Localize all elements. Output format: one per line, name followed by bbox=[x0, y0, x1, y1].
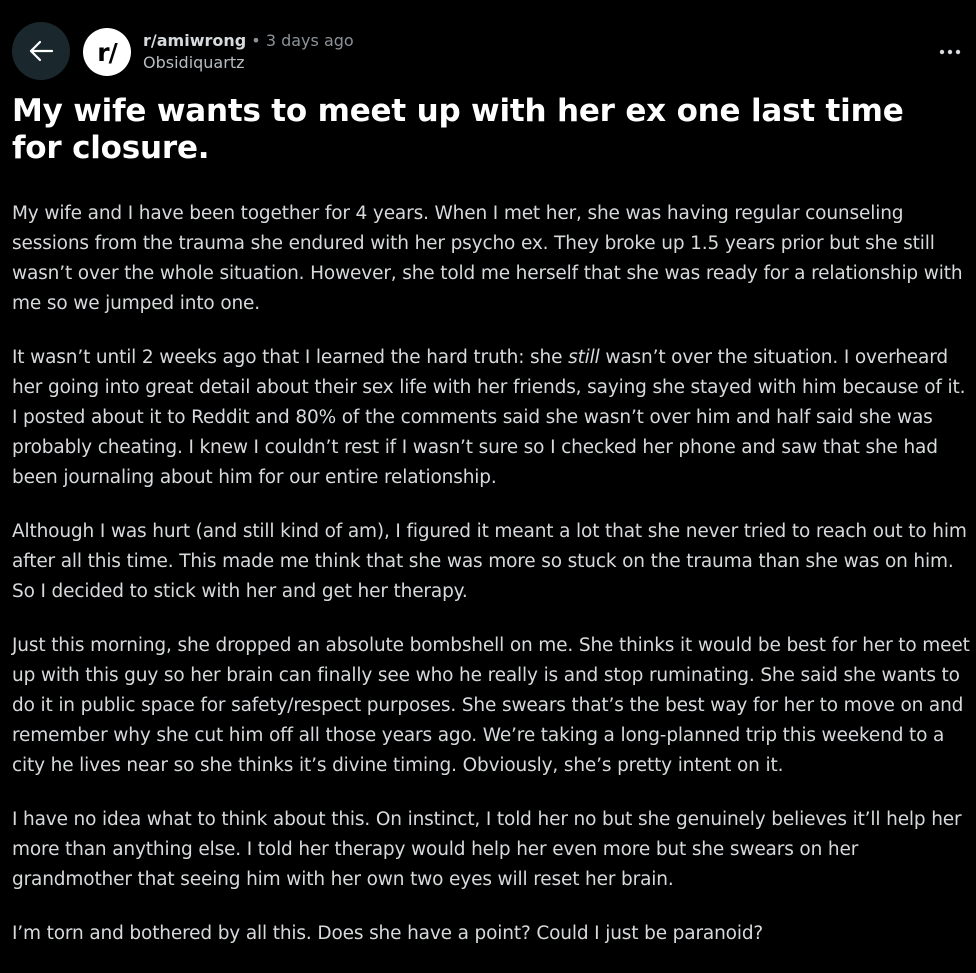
body-paragraph: My wife and I have been together for 4 y… bbox=[12, 203, 963, 314]
body-paragraph: Although I was hurt (and still kind of a… bbox=[12, 521, 967, 602]
post-meta: r/amiwrong • 3 days ago Obsidiquartz bbox=[143, 30, 354, 74]
more-horizontal-icon bbox=[939, 49, 961, 55]
meta-separator: • bbox=[251, 31, 261, 50]
back-button[interactable] bbox=[12, 22, 70, 80]
subreddit-icon-text: r/ bbox=[97, 37, 117, 67]
post-body: My wife and I have been together for 4 y… bbox=[12, 199, 972, 973]
body-text: It wasn’t until 2 weeks ago that I learn… bbox=[12, 347, 569, 368]
body-paragraph: It wasn’t until 2 weeks ago that I learn… bbox=[12, 343, 972, 493]
subreddit-link[interactable]: r/amiwrong bbox=[143, 31, 246, 50]
body-text: wasn’t over the situation. I overheard h… bbox=[12, 347, 966, 488]
arrow-left-icon bbox=[29, 40, 54, 62]
author-link[interactable]: Obsidiquartz bbox=[143, 53, 244, 72]
subreddit-icon[interactable]: r/ bbox=[83, 28, 131, 76]
body-paragraph: I’m torn and bothered by all this. Does … bbox=[12, 923, 764, 944]
body-emphasis: still bbox=[568, 347, 600, 368]
more-options-button[interactable] bbox=[936, 42, 964, 62]
post-title: My wife wants to meet up with her ex one… bbox=[12, 93, 904, 166]
body-paragraph: Just this morning, she dropped an absolu… bbox=[12, 635, 970, 776]
post-header: r/ r/amiwrong • 3 days ago Obsidiquartz bbox=[12, 22, 964, 82]
body-paragraph: I have no idea what to think about this.… bbox=[12, 809, 962, 890]
post-time: 3 days ago bbox=[265, 31, 354, 50]
